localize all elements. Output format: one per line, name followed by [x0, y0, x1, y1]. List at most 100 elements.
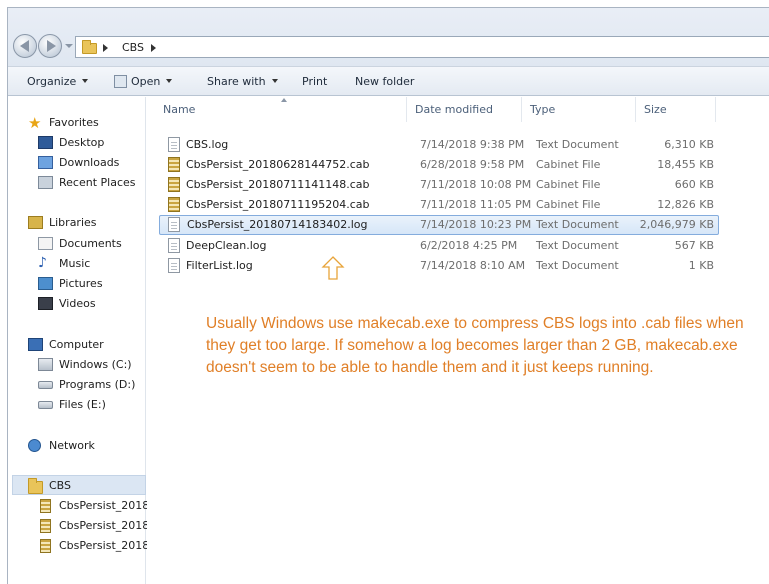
file-row[interactable]: CbsPersist_20180711195204.cab 7/11/2018 …: [159, 195, 719, 215]
nav-libraries-label: Libraries: [49, 216, 97, 229]
cabinet-file-icon: [168, 157, 180, 172]
folder-icon: [28, 478, 43, 494]
file-type: Cabinet File: [536, 178, 601, 191]
computer-icon: [28, 338, 43, 351]
open-button[interactable]: Open: [114, 75, 173, 88]
file-date: 6/2/2018 4:25 PM: [420, 239, 518, 252]
file-type: Cabinet File: [536, 198, 601, 211]
back-button[interactable]: [13, 34, 37, 58]
column-type-label: Type: [530, 103, 556, 116]
breadcrumb-separator-icon[interactable]: [103, 44, 108, 52]
nav-videos-label: Videos: [59, 297, 96, 310]
column-header-size[interactable]: Size: [636, 97, 716, 122]
file-date: 7/11/2018 11:05 PM: [420, 198, 532, 211]
file-name: DeepClean.log: [186, 239, 267, 252]
hard-drive-icon: [38, 401, 53, 409]
documents-icon: [38, 237, 53, 250]
sort-ascending-icon: [281, 98, 287, 102]
organize-label: Organize: [27, 75, 77, 88]
print-button[interactable]: Print: [302, 75, 327, 88]
open-label: Open: [131, 75, 161, 88]
back-arrow-icon: [20, 40, 29, 52]
column-header-name[interactable]: Name: [155, 97, 407, 122]
file-date: 7/14/2018 10:23 PM: [420, 218, 532, 231]
breadcrumb-cbs[interactable]: CBS: [122, 41, 144, 54]
file-date: 7/11/2018 10:08 PM: [420, 178, 532, 191]
file-size: 18,455 KB: [657, 158, 714, 171]
forward-button[interactable]: [38, 34, 62, 58]
address-bar-area: CBS: [8, 8, 769, 67]
new-folder-button[interactable]: New folder: [355, 75, 414, 88]
recent-pages-dropdown-icon[interactable]: [65, 44, 73, 48]
nav-cbs-folder-label: CBS: [49, 479, 72, 492]
videos-icon: [38, 297, 53, 310]
network-icon: [28, 439, 41, 452]
cabinet-file-icon: [40, 519, 51, 533]
text-file-icon: [168, 137, 180, 152]
column-size-label: Size: [644, 103, 667, 116]
file-name: CbsPersist_20180711195204.cab: [186, 198, 370, 211]
breadcrumb-separator-icon[interactable]: [151, 44, 156, 52]
open-icon: [114, 75, 127, 88]
nav-drive-d-label: Programs (D:): [59, 378, 136, 391]
nav-drive-c-label: Windows (C:): [59, 358, 132, 371]
nav-recent-places-label: Recent Places: [59, 176, 136, 189]
address-field[interactable]: CBS: [75, 36, 769, 58]
file-name: CbsPersist_20180628144752.cab: [186, 158, 370, 171]
hard-drive-icon: [38, 381, 53, 389]
cabinet-file-icon: [40, 499, 51, 513]
downloads-icon: [38, 156, 53, 169]
column-date-label: Date modified: [415, 103, 493, 116]
nav-pictures-label: Pictures: [59, 277, 103, 290]
file-type: Cabinet File: [536, 158, 601, 171]
nav-network-label: Network: [49, 439, 95, 452]
file-date: 6/28/2018 9:58 PM: [420, 158, 525, 171]
share-with-button[interactable]: Share with: [207, 75, 278, 88]
file-size: 12,826 KB: [657, 198, 714, 211]
cabinet-file-icon: [40, 539, 51, 553]
file-size: 1 KB: [688, 259, 714, 272]
file-row[interactable]: CbsPersist_20180628144752.cab 6/28/2018 …: [159, 155, 719, 175]
windows-drive-icon: [38, 358, 53, 371]
text-file-icon: [168, 258, 180, 273]
chevron-down-icon: [82, 79, 89, 83]
file-size: 2,046,979 KB: [639, 218, 714, 231]
nav-favorites-label: Favorites: [49, 116, 99, 129]
organize-button[interactable]: Organize: [27, 75, 89, 88]
explorer-window: CBS Organize Open Share with Print New f…: [7, 7, 769, 584]
file-row[interactable]: CBS.log 7/14/2018 9:38 PM Text Document …: [159, 135, 719, 155]
column-header-type[interactable]: Type: [522, 97, 636, 122]
file-row[interactable]: DeepClean.log 6/2/2018 4:25 PM Text Docu…: [159, 236, 719, 256]
annotation-text: Usually Windows use makecab.exe to compr…: [206, 315, 744, 376]
file-row[interactable]: CbsPersist_20180711141148.cab 7/11/2018 …: [159, 175, 719, 195]
nav-tree-cab-2-label: CbsPersist_20180: [59, 519, 157, 532]
file-size: 6,310 KB: [664, 138, 714, 151]
text-file-icon: [168, 217, 180, 232]
star-icon: ★: [28, 114, 42, 132]
nav-computer-label: Computer: [49, 338, 104, 351]
libraries-icon: [28, 216, 43, 229]
up-arrow-annotation-icon: [321, 256, 345, 280]
file-type: Text Document: [536, 218, 619, 231]
text-file-icon: [168, 238, 180, 253]
nav-music-label: Music: [59, 257, 91, 270]
chevron-down-icon: [166, 79, 173, 83]
share-with-label: Share with: [207, 75, 266, 88]
nav-tree-cab-1-label: CbsPersist_20180: [59, 499, 157, 512]
command-bar: Organize Open Share with Print New folde…: [8, 67, 769, 96]
file-row-selected[interactable]: CbsPersist_20180714183402.log 7/14/2018 …: [159, 215, 719, 235]
cabinet-file-icon: [168, 177, 180, 192]
file-size: 660 KB: [674, 178, 714, 191]
music-note-icon: ♪: [38, 255, 47, 271]
nav-tree-cab-3-label: CbsPersist_20180: [59, 539, 157, 552]
file-name: CBS.log: [186, 138, 229, 151]
chevron-down-icon: [271, 79, 278, 83]
pictures-icon: [38, 277, 53, 290]
file-name: CbsPersist_20180714183402.log: [187, 218, 368, 231]
nav-documents-label: Documents: [59, 237, 122, 250]
file-name: CbsPersist_20180711141148.cab: [186, 178, 370, 191]
nav-downloads-label: Downloads: [59, 156, 120, 169]
column-header-date[interactable]: Date modified: [407, 97, 522, 122]
file-row[interactable]: FilterList.log 7/14/2018 8:10 AM Text Do…: [159, 256, 719, 276]
file-type: Text Document: [536, 259, 619, 272]
